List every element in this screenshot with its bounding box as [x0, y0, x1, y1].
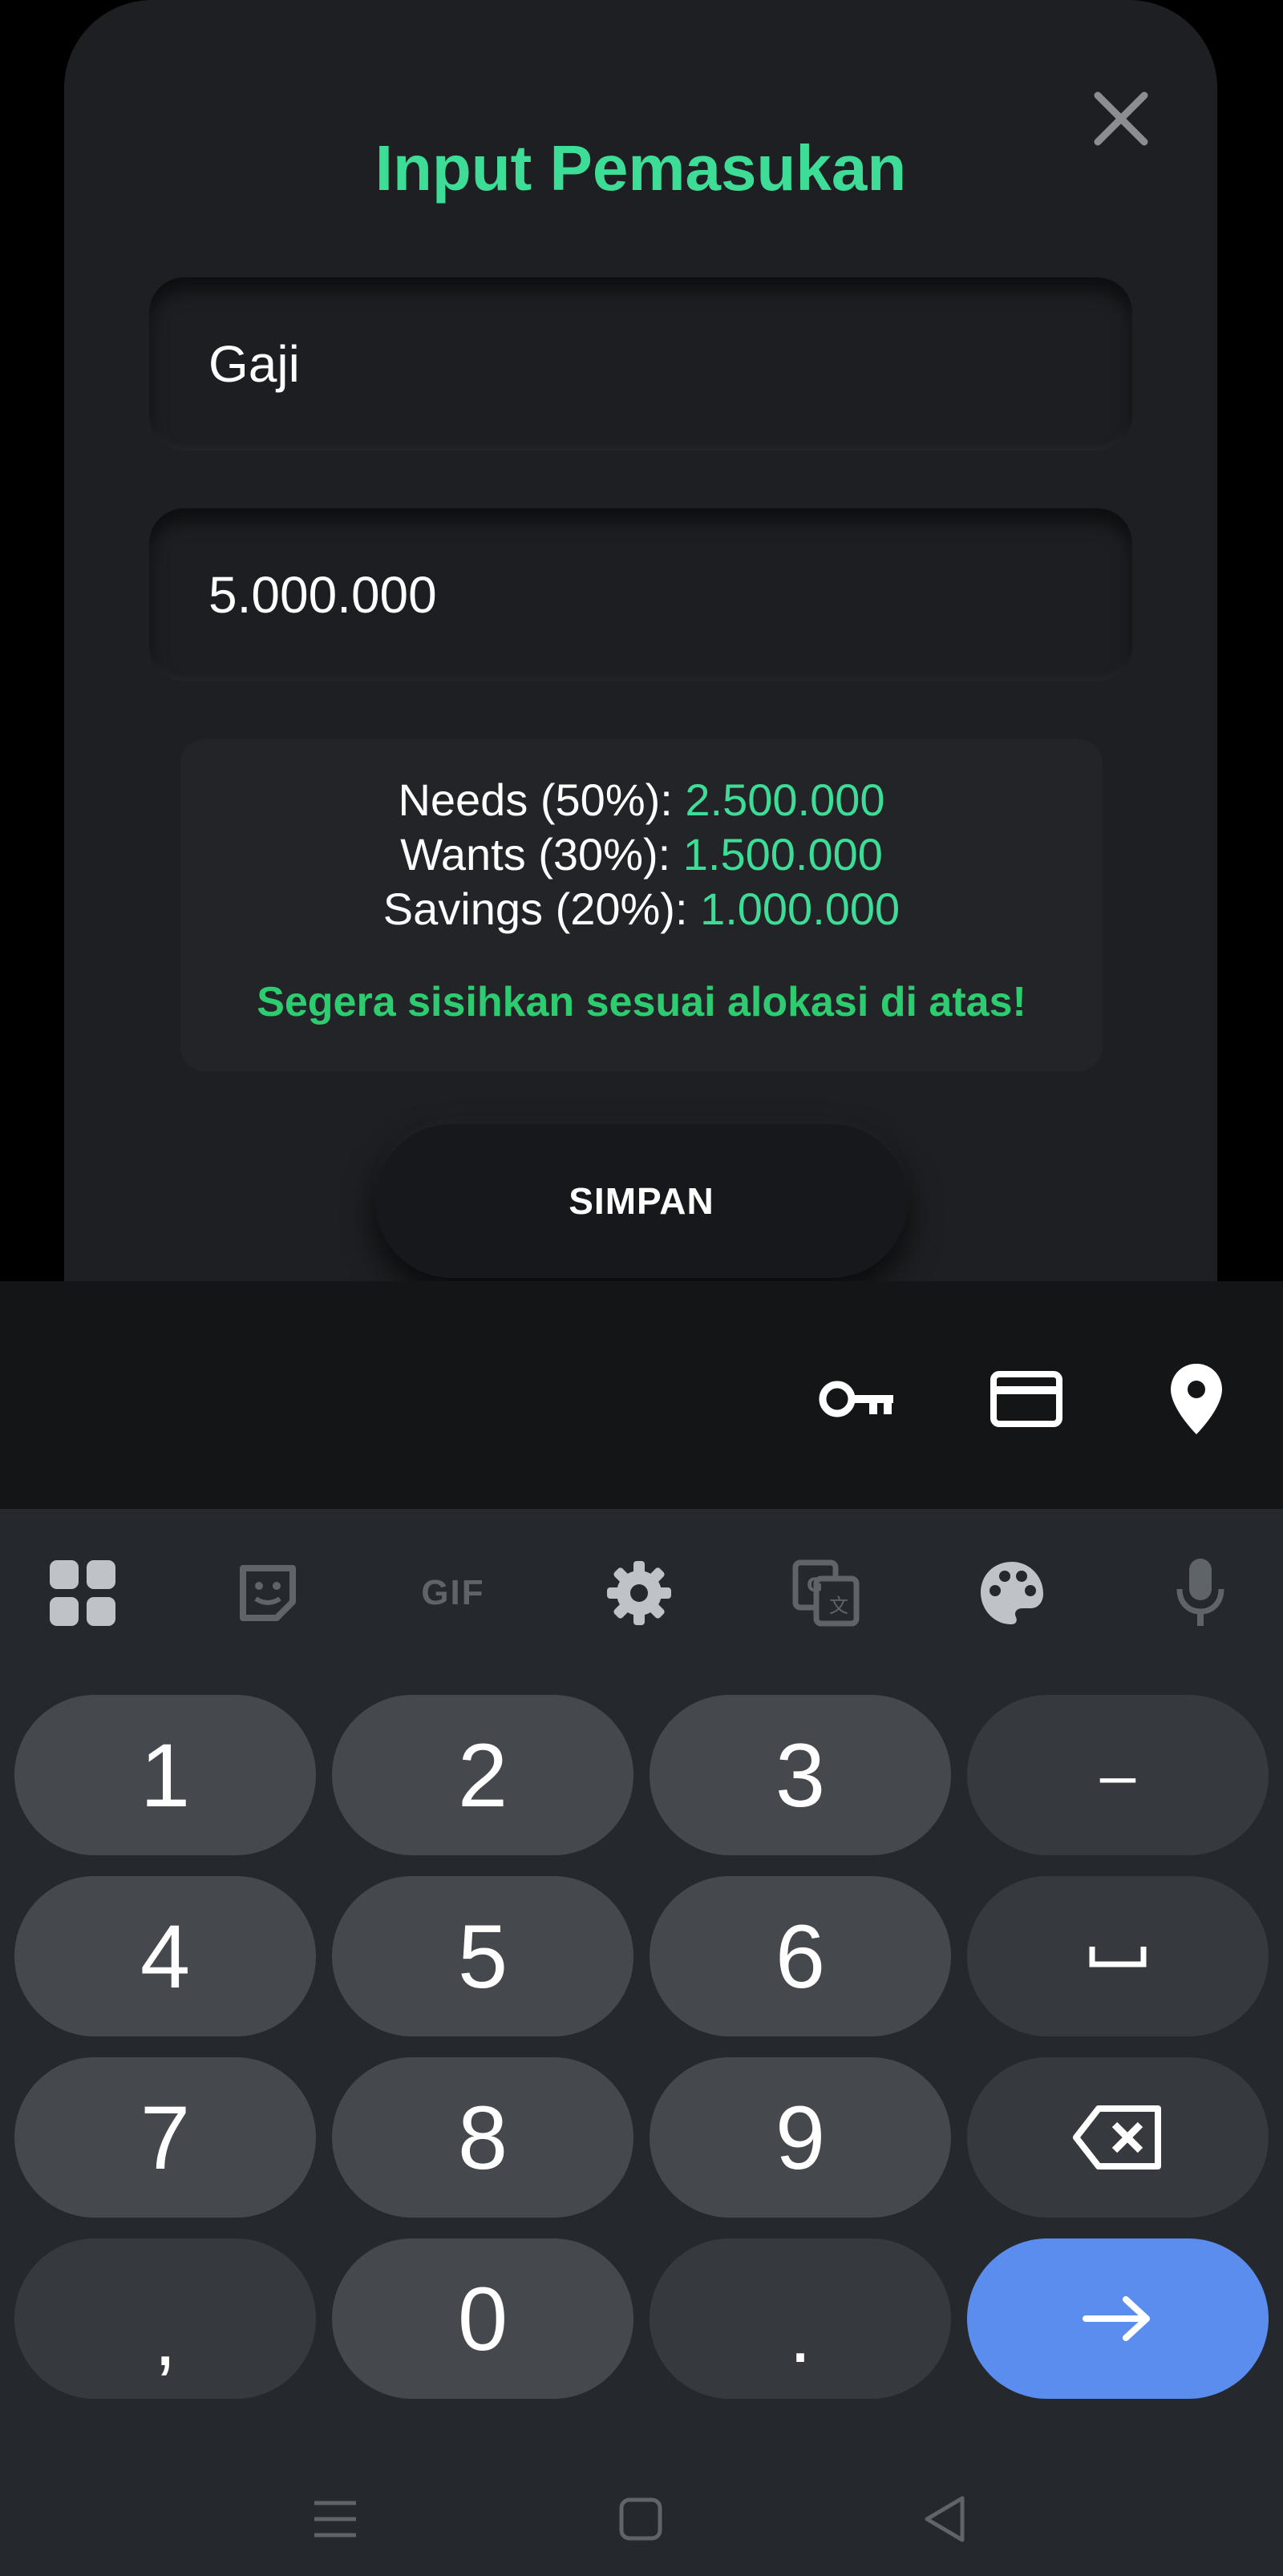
- key-4[interactable]: 4: [14, 1876, 316, 2036]
- allocation-summary: Needs (50%): 2.500.000 Wants (30%): 1.50…: [180, 739, 1103, 1071]
- key-0[interactable]: 0: [332, 2238, 633, 2399]
- recents-menu-icon: [314, 2501, 356, 2538]
- income-amount-value: 5.000.000: [208, 566, 437, 624]
- password-autofill-button[interactable]: [812, 1355, 901, 1443]
- key-3[interactable]: 3: [650, 1695, 951, 1855]
- needs-row: Needs (50%): 2.500.000: [180, 773, 1103, 827]
- income-amount-input[interactable]: 5.000.000: [149, 508, 1132, 681]
- key-icon: [819, 1381, 893, 1417]
- income-name-value: Gaji: [208, 335, 300, 393]
- back-triangle-icon: [925, 2496, 965, 2542]
- income-name-input[interactable]: Gaji: [149, 277, 1132, 451]
- payment-autofill-button[interactable]: [982, 1355, 1071, 1443]
- minus-label: –: [1099, 1739, 1136, 1810]
- numeric-keyboard: GIF G 文 1 2 3 – 4 5 6 7 8 9 , 0 .: [0, 1509, 1283, 2576]
- theme-button[interactable]: [968, 1549, 1056, 1637]
- key-minus[interactable]: –: [967, 1695, 1269, 1855]
- period-label: .: [789, 2289, 811, 2380]
- microphone-icon: [1176, 1559, 1224, 1626]
- key-9[interactable]: 9: [650, 2057, 951, 2218]
- key-8[interactable]: 8: [332, 2057, 633, 2218]
- credit-card-icon: [990, 1371, 1062, 1427]
- allocation-note: Segera sisihkan sesuai alokasi di atas!: [257, 979, 1026, 1025]
- translate-button[interactable]: G 文: [782, 1549, 870, 1637]
- gif-icon: GIF: [421, 1573, 485, 1612]
- arrow-right-icon: [1083, 2296, 1150, 2341]
- palette-icon: [981, 1562, 1043, 1624]
- back-button[interactable]: [896, 2471, 993, 2567]
- key-period[interactable]: .: [650, 2238, 951, 2399]
- keyboard-settings-button[interactable]: [595, 1549, 683, 1637]
- gif-button[interactable]: GIF: [409, 1549, 497, 1637]
- dialog-title: Input Pemasukan: [374, 132, 907, 204]
- savings-row: Savings (20%): 1.000.000: [180, 882, 1103, 936]
- key-6[interactable]: 6: [650, 1876, 951, 2036]
- key-enter[interactable]: [967, 2238, 1269, 2399]
- translate-icon: G 文: [792, 1559, 860, 1627]
- key-2[interactable]: 2: [332, 1695, 633, 1855]
- needs-value: 2.500.000: [685, 774, 885, 825]
- wants-row: Wants (30%): 1.500.000: [180, 827, 1103, 882]
- save-button[interactable]: SIMPAN: [375, 1124, 908, 1278]
- needs-label: Needs (50%):: [398, 774, 686, 825]
- address-autofill-button[interactable]: [1152, 1355, 1241, 1443]
- key-backspace[interactable]: [967, 2057, 1269, 2218]
- comma-label: ,: [154, 2292, 176, 2383]
- space-icon: [1089, 1947, 1147, 1967]
- key-space[interactable]: [967, 1876, 1269, 2036]
- sticker-icon: [240, 1565, 296, 1621]
- svg-text:文: 文: [829, 1595, 848, 1617]
- recents-button[interactable]: [287, 2471, 383, 2567]
- key-5[interactable]: 5: [332, 1876, 633, 2036]
- location-pin-icon: [1171, 1364, 1222, 1434]
- key-comma[interactable]: ,: [14, 2238, 316, 2399]
- key-7[interactable]: 7: [14, 2057, 316, 2218]
- savings-value: 1.000.000: [700, 884, 901, 934]
- savings-label: Savings (20%):: [382, 884, 701, 934]
- key-1[interactable]: 1: [14, 1695, 316, 1855]
- apps-button[interactable]: [38, 1549, 127, 1637]
- voice-input-button[interactable]: [1156, 1549, 1245, 1637]
- apps-grid-icon: [50, 1560, 115, 1626]
- settings-gear-icon: [607, 1561, 671, 1625]
- income-input-dialog: Input Pemasukan Gaji 5.000.000 Needs (50…: [64, 0, 1217, 1281]
- sticker-button[interactable]: [224, 1549, 312, 1637]
- autofill-bar: [0, 1281, 1283, 1509]
- wants-label: Wants (30%):: [400, 829, 683, 880]
- home-square-icon: [619, 2497, 662, 2541]
- svg-text:G: G: [807, 1574, 823, 1596]
- wants-value: 1.500.000: [682, 829, 883, 880]
- home-button[interactable]: [593, 2471, 689, 2567]
- backspace-icon: [1073, 2105, 1161, 2170]
